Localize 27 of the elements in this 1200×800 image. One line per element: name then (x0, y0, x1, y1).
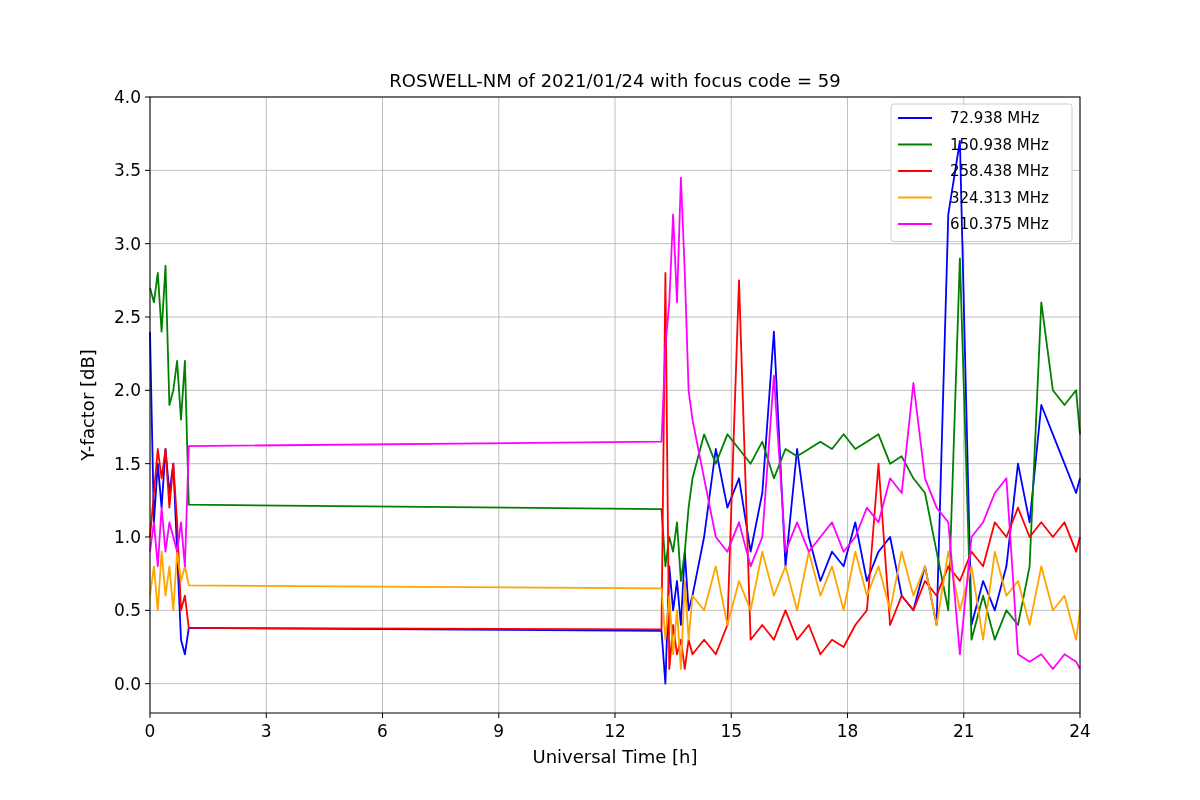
x-tick-label: 9 (493, 721, 505, 741)
x-tick-label: 21 (952, 721, 975, 741)
chart-title: ROSWELL-NM of 2021/01/24 with focus code = 59 (389, 70, 841, 91)
legend-line-icon (897, 143, 933, 146)
y-tick-label: 0.0 (113, 673, 141, 694)
y-tick-label: 3.0 (113, 233, 141, 254)
legend-line-icon (897, 223, 933, 225)
legend-label: 72.938 MHz (950, 109, 1040, 127)
legend-line-icon (897, 117, 933, 119)
x-tick-label: 0 (144, 721, 156, 741)
legend-line-icon (897, 196, 933, 199)
x-tick-label: 12 (604, 721, 626, 741)
x-tick-label: 18 (836, 721, 859, 741)
y-tick-label: 1.0 (113, 527, 141, 547)
y-axis-label: Y-factor [dB] (77, 349, 98, 461)
y-tick-label: 2.0 (113, 380, 141, 401)
x-tick-label: 15 (720, 721, 743, 741)
x-tick-label: 3 (260, 721, 272, 741)
y-tick-label: 4.0 (113, 87, 141, 107)
legend-line-icon (897, 170, 933, 172)
x-tick-label: 24 (1069, 721, 1091, 741)
y-tick-label: 1.5 (113, 453, 141, 474)
y-tick-label: 3.5 (113, 160, 141, 181)
y-tick-label: 2.5 (113, 307, 141, 327)
y-tick-label: 0.5 (113, 600, 141, 621)
x-axis-label: Universal Time [h] (532, 746, 698, 767)
x-tick-label: 6 (377, 721, 388, 741)
